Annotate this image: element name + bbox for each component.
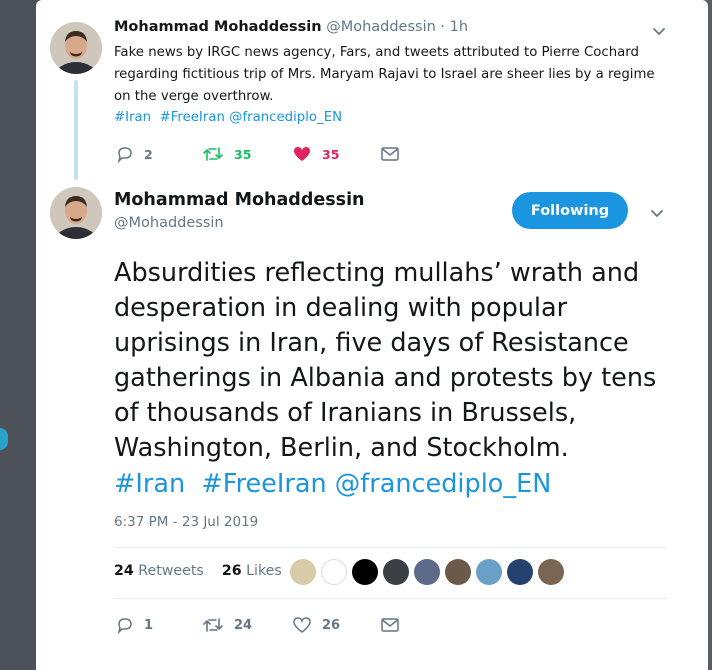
chevron-down-icon[interactable] (648, 204, 666, 222)
reply-icon (117, 618, 132, 634)
chevron-down-icon[interactable] (650, 22, 668, 40)
envelope-icon (381, 147, 399, 161)
side-indicator (0, 428, 8, 450)
author-handle[interactable]: @Mohaddessin (114, 215, 224, 231)
hashtag-link[interactable]: #FreeIran (160, 110, 225, 125)
retweet-count: 24 (234, 617, 253, 633)
avatar[interactable] (352, 559, 378, 585)
envelope-icon (381, 618, 399, 632)
mention-link[interactable]: @francediplo_EN (335, 469, 552, 499)
retweet-button[interactable]: 35 (202, 145, 251, 163)
like-button[interactable]: 26 (292, 616, 340, 634)
thread-line (74, 80, 78, 180)
tweet-timestamp[interactable]: 6:37 PM - 23 Jul 2019 (114, 514, 258, 530)
hashtag-link[interactable]: #Iran (114, 469, 185, 499)
dm-button[interactable] (380, 616, 410, 634)
divider (114, 547, 667, 548)
likes-stat[interactable]: 26 Likes (222, 563, 282, 579)
author-name[interactable]: Mohammad Mohaddessin (114, 190, 365, 210)
retweet-button[interactable]: 24 (202, 616, 252, 634)
mention-link[interactable]: @francediplo_EN (229, 110, 342, 125)
reply-count: 1 (144, 617, 154, 633)
retweet-icon (203, 618, 223, 632)
avatar[interactable] (538, 559, 564, 585)
engagement-stats: 24 Retweets 26 Likes (114, 563, 282, 579)
like-button[interactable]: 35 (292, 145, 339, 163)
avatar[interactable] (383, 559, 409, 585)
retweet-icon (203, 147, 223, 161)
like-count: 35 (322, 146, 340, 162)
avatar[interactable] (476, 559, 502, 585)
reply-button[interactable]: 1 (116, 616, 153, 634)
reply-button[interactable]: 2 (116, 145, 153, 163)
avatar[interactable] (507, 559, 533, 585)
author-name[interactable]: Mohammad Mohaddessin (114, 19, 322, 35)
like-count: 26 (322, 617, 341, 633)
tweet-tags: #Iran #FreeIran @francediplo_EN (114, 108, 342, 128)
tweet-text: Fake news by IRGC news agency, Fars, and… (114, 45, 655, 104)
divider (114, 598, 667, 599)
tweet-header: Mohammad Mohaddessin @Mohaddessin · 1h (114, 19, 468, 35)
avatar[interactable] (321, 559, 347, 585)
retweets-stat[interactable]: 24 Retweets (114, 563, 204, 579)
avatar[interactable] (445, 559, 471, 585)
tweet-tags: #Iran #FreeIran @francediplo_EN (114, 467, 551, 502)
hashtag-link[interactable]: #Iran (114, 110, 151, 125)
following-button[interactable]: Following (512, 192, 628, 229)
hashtag-link[interactable]: #FreeIran (201, 469, 326, 499)
dm-button[interactable] (380, 145, 410, 163)
tweet-text: Absurdities reflecting mullahs’ wrath an… (114, 258, 657, 463)
retweet-count: 35 (234, 146, 252, 162)
reply-icon (117, 147, 132, 163)
liker-avatars (290, 559, 569, 585)
author-handle[interactable]: @Mohaddessin (326, 19, 436, 35)
background-edge (0, 0, 40, 670)
tweet-time[interactable]: · 1h (440, 19, 468, 35)
tweet-thread-card: Mohammad Mohaddessin @Mohaddessin · 1h F… (36, 0, 708, 670)
avatar[interactable] (50, 187, 102, 239)
heart-icon (293, 617, 311, 633)
avatar[interactable] (414, 559, 440, 585)
heart-icon (294, 147, 310, 161)
avatar[interactable] (50, 22, 102, 74)
reply-count: 2 (144, 146, 153, 162)
avatar[interactable] (290, 559, 316, 585)
